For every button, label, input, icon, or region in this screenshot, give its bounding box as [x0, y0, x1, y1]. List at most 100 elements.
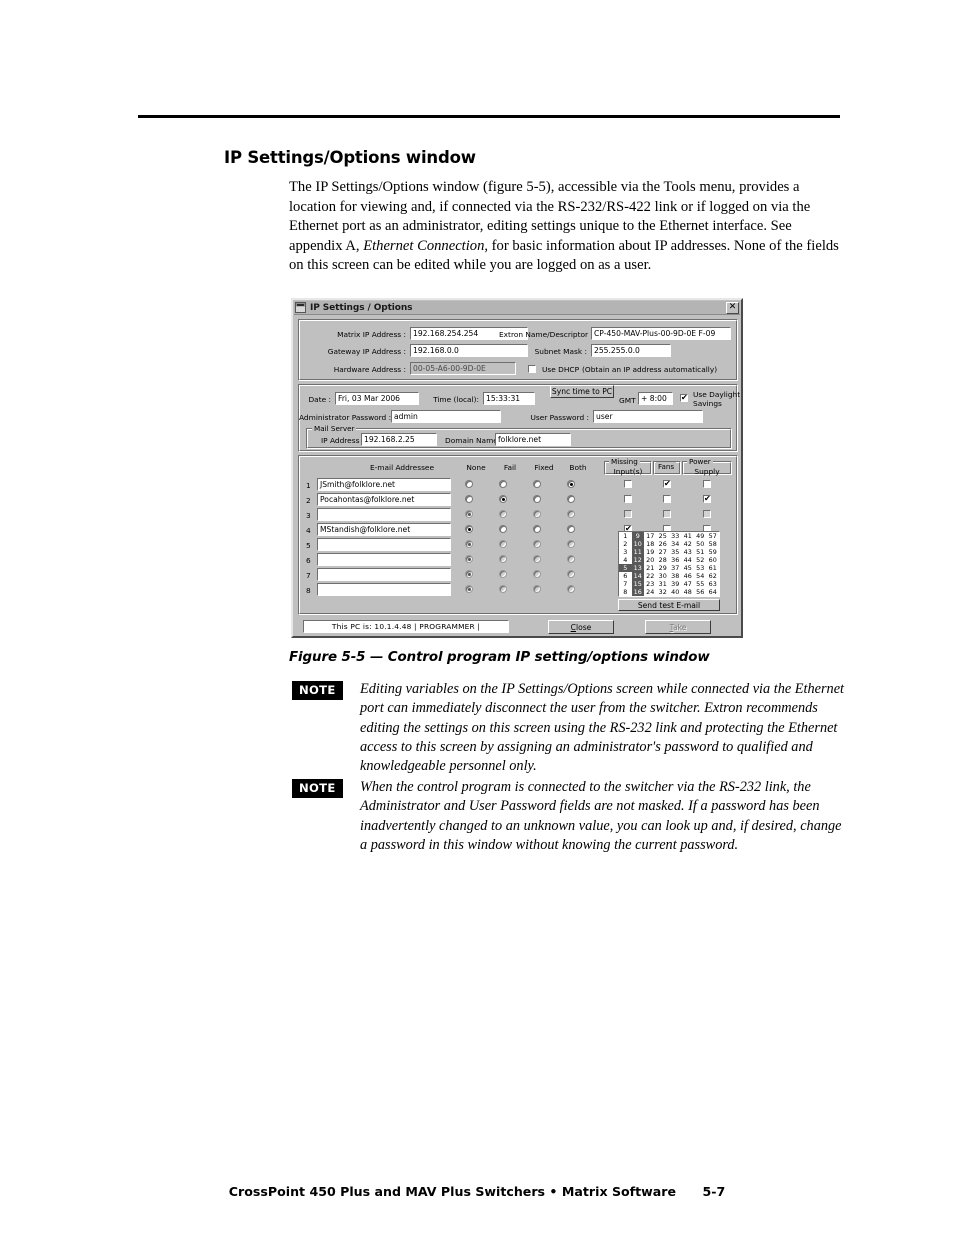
- email-alert-checkbox-power-supply[interactable]: [703, 494, 711, 504]
- port-cell[interactable]: 50: [694, 540, 707, 548]
- port-cell[interactable]: 17: [644, 532, 657, 540]
- port-cell[interactable]: 18: [644, 540, 657, 548]
- email-alert-checkbox-missing-inputs[interactable]: [624, 495, 632, 503]
- port-cell[interactable]: 1: [619, 532, 632, 540]
- port-cell[interactable]: 21: [644, 564, 657, 572]
- port-cell[interactable]: 14: [631, 572, 644, 580]
- port-cell[interactable]: 15: [631, 580, 644, 588]
- port-cell[interactable]: 55: [694, 580, 707, 588]
- port-cell[interactable]: 62: [707, 572, 720, 580]
- email-mode-radio-none[interactable]: [465, 540, 473, 548]
- email-mode-radio-fail[interactable]: [499, 540, 507, 548]
- email-mode-radio-fixed[interactable]: [533, 570, 541, 578]
- email-mode-radio-both[interactable]: [567, 585, 575, 593]
- close-button[interactable]: Close: [548, 620, 614, 634]
- port-cell[interactable]: 2: [619, 540, 632, 548]
- port-cell[interactable]: 26: [657, 540, 670, 548]
- port-cell[interactable]: 27: [657, 548, 670, 556]
- port-cell[interactable]: 29: [657, 564, 670, 572]
- port-cell[interactable]: 33: [669, 532, 682, 540]
- port-cell[interactable]: 48: [682, 588, 695, 596]
- email-mode-radio-fixed[interactable]: [533, 510, 541, 518]
- date-input[interactable]: Fri, 03 Mar 2006: [335, 392, 419, 405]
- port-cell[interactable]: 42: [682, 540, 695, 548]
- gmt-offset-input[interactable]: + 8:00: [638, 392, 673, 405]
- use-dhcp-checkbox[interactable]: [528, 365, 536, 373]
- port-cell[interactable]: 16: [631, 588, 644, 596]
- email-mode-radio-fail[interactable]: [499, 570, 507, 578]
- email-mode-radio-both[interactable]: [567, 510, 575, 518]
- email-mode-radio-both[interactable]: [567, 495, 575, 503]
- email-mode-radio-fixed[interactable]: [533, 480, 541, 488]
- email-address-input[interactable]: [317, 583, 451, 596]
- port-cell[interactable]: 32: [657, 588, 670, 596]
- port-cell[interactable]: 60: [707, 556, 720, 564]
- email-mode-radio-none[interactable]: [465, 495, 473, 503]
- port-cell[interactable]: 61: [707, 564, 720, 572]
- port-cell[interactable]: 43: [682, 548, 695, 556]
- email-mode-radio-none[interactable]: [465, 510, 473, 518]
- port-cell[interactable]: 58: [707, 540, 720, 548]
- port-cell[interactable]: 4: [619, 556, 632, 564]
- port-cell[interactable]: 22: [644, 572, 657, 580]
- port-cell[interactable]: 9: [631, 532, 644, 540]
- port-cell[interactable]: 7: [619, 580, 632, 588]
- port-cell[interactable]: 25: [657, 532, 670, 540]
- port-cell[interactable]: 6: [619, 572, 632, 580]
- use-daylight-savings-checkbox[interactable]: [680, 393, 688, 403]
- admin-password-input[interactable]: admin: [391, 410, 501, 423]
- port-cell[interactable]: 53: [694, 564, 707, 572]
- port-cell[interactable]: 51: [694, 548, 707, 556]
- email-mode-radio-fixed[interactable]: [533, 540, 541, 548]
- email-mode-radio-fail[interactable]: [499, 525, 507, 533]
- port-cell[interactable]: 49: [694, 532, 707, 540]
- email-alert-checkbox-fans[interactable]: [663, 510, 671, 518]
- email-mode-radio-none[interactable]: [465, 525, 473, 533]
- port-cell[interactable]: 10: [631, 540, 644, 548]
- email-mode-radio-fixed[interactable]: [533, 585, 541, 593]
- port-cell[interactable]: 59: [707, 548, 720, 556]
- email-mode-radio-none[interactable]: [465, 480, 473, 488]
- email-alert-checkbox-fans[interactable]: [663, 479, 671, 489]
- port-cell[interactable]: 45: [682, 564, 695, 572]
- email-mode-radio-both[interactable]: [567, 540, 575, 548]
- email-mode-radio-fixed[interactable]: [533, 555, 541, 563]
- email-address-input[interactable]: MStandish@folklore.net: [317, 523, 451, 536]
- email-mode-radio-fail[interactable]: [499, 495, 507, 503]
- port-cell[interactable]: 39: [669, 580, 682, 588]
- email-mode-radio-fixed[interactable]: [533, 495, 541, 503]
- email-address-input[interactable]: [317, 508, 451, 521]
- email-alert-checkbox-missing-inputs[interactable]: [624, 510, 632, 518]
- email-mode-radio-fixed[interactable]: [533, 525, 541, 533]
- email-address-input[interactable]: [317, 568, 451, 581]
- email-mode-radio-both[interactable]: [567, 570, 575, 578]
- port-cell[interactable]: 11: [631, 548, 644, 556]
- subnet-mask-input[interactable]: 255.255.0.0: [591, 344, 671, 357]
- port-cell[interactable]: 56: [694, 588, 707, 596]
- email-mode-radio-fail[interactable]: [499, 510, 507, 518]
- port-cell[interactable]: 36: [669, 556, 682, 564]
- port-cell[interactable]: 28: [657, 556, 670, 564]
- time-input[interactable]: 15:33:31: [483, 392, 535, 405]
- email-alert-checkbox-power-supply[interactable]: [703, 480, 711, 488]
- port-cell[interactable]: 52: [694, 556, 707, 564]
- port-cell[interactable]: 44: [682, 556, 695, 564]
- email-mode-radio-none[interactable]: [465, 555, 473, 563]
- email-mode-radio-both[interactable]: [567, 525, 575, 533]
- port-number-grid[interactable]: 1 9 17 25 33 41 49 57 2 10 18 26 34 42 50 58 3 11 19 27 35 43…: [618, 531, 720, 597]
- port-cell[interactable]: 20: [644, 556, 657, 564]
- email-mode-radio-none[interactable]: [465, 570, 473, 578]
- email-address-input[interactable]: Pocahontas@folklore.net: [317, 493, 451, 506]
- email-mode-radio-fail[interactable]: [499, 555, 507, 563]
- port-cell[interactable]: 41: [682, 532, 695, 540]
- port-cell[interactable]: 46: [682, 572, 695, 580]
- domain-name-input[interactable]: folklore.net: [495, 433, 571, 446]
- port-cell[interactable]: 30: [657, 572, 670, 580]
- port-cell[interactable]: 37: [669, 564, 682, 572]
- email-mode-radio-both[interactable]: [567, 555, 575, 563]
- port-cell[interactable]: 13: [631, 564, 644, 572]
- close-icon[interactable]: ✕: [726, 301, 739, 314]
- port-cell[interactable]: 5: [619, 564, 632, 572]
- email-mode-radio-both[interactable]: [567, 480, 575, 488]
- port-cell[interactable]: 38: [669, 572, 682, 580]
